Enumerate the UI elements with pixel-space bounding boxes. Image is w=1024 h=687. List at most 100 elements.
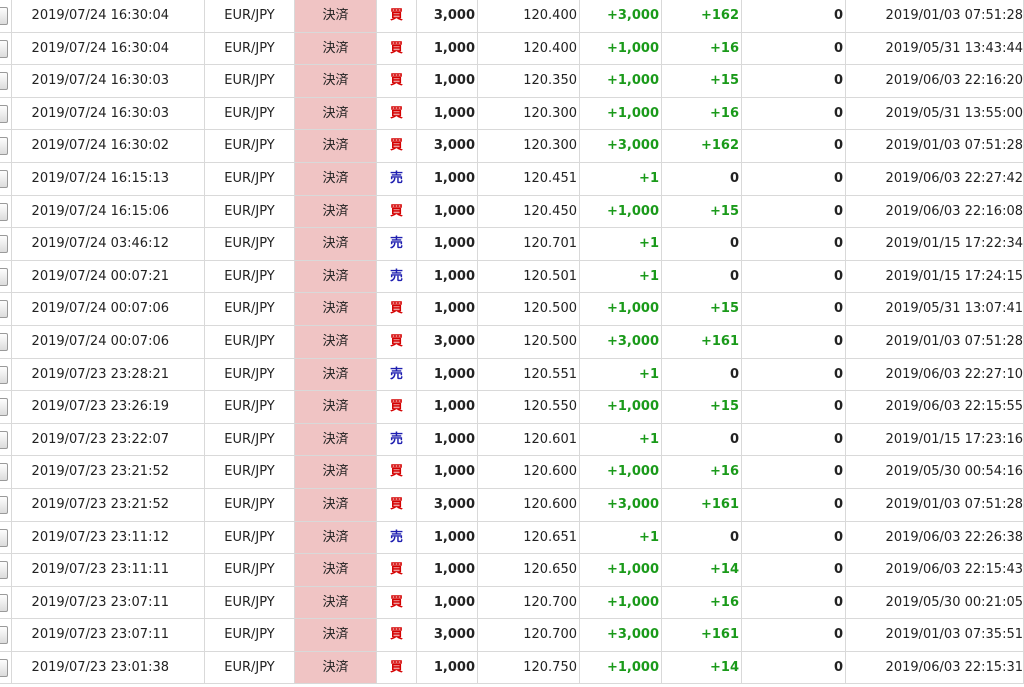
row-select-cell[interactable] [0,228,12,260]
table-row[interactable]: 2019/07/24 16:30:02 EUR/JPY 決済 買 3,000 1… [0,130,1024,163]
row-select-cell[interactable] [0,0,12,32]
execution-price: 120.600 [478,456,580,488]
row-select-checkbox[interactable] [0,365,8,384]
execution-price: 120.500 [478,325,580,358]
table-row[interactable]: 2019/07/23 23:11:11 EUR/JPY 決済 買 1,000 1… [0,554,1024,587]
quantity: 1,000 [417,195,478,228]
execution-time: 2019/07/24 16:30:03 [12,65,205,97]
trade-side: 売 [377,228,417,260]
table-row[interactable]: 2019/07/23 23:21:52 EUR/JPY 決済 買 1,000 1… [0,456,1024,489]
row-select-checkbox[interactable] [0,72,8,91]
row-select-cell[interactable] [0,391,12,423]
table-row[interactable]: 2019/07/24 00:07:06 EUR/JPY 決済 買 1,000 1… [0,293,1024,326]
table-row[interactable]: 2019/07/24 16:30:03 EUR/JPY 決済 買 1,000 1… [0,97,1024,131]
swap-points: 0 [742,260,846,293]
table-row[interactable]: 2019/07/23 23:28:21 EUR/JPY 決済 売 1,000 1… [0,358,1024,392]
table-row[interactable]: 2019/07/24 16:30:04 EUR/JPY 決済 買 3,000 1… [0,0,1024,33]
row-select-checkbox[interactable] [0,169,8,188]
currency-pair: EUR/JPY [205,260,295,293]
row-select-checkbox[interactable] [0,202,8,221]
trade-type: 決済 [295,456,377,488]
open-time: 2019/01/03 07:51:28 [846,325,1024,358]
row-select-cell[interactable] [0,488,12,521]
row-select-cell[interactable] [0,293,12,325]
table-row[interactable]: 2019/07/24 16:15:06 EUR/JPY 決済 買 1,000 1… [0,195,1024,229]
row-select-cell[interactable] [0,651,12,684]
row-select-checkbox[interactable] [0,528,8,547]
row-select-checkbox[interactable] [0,104,8,123]
execution-time: 2019/07/24 00:07:06 [12,325,205,358]
row-select-cell[interactable] [0,162,12,195]
row-select-cell[interactable] [0,521,12,554]
swap-points: 0 [742,651,846,684]
row-select-cell[interactable] [0,456,12,488]
quantity: 1,000 [417,162,478,195]
row-select-checkbox[interactable] [0,137,8,156]
row-select-cell[interactable] [0,195,12,228]
row-select-checkbox[interactable] [0,658,8,677]
execution-time: 2019/07/24 00:07:06 [12,293,205,325]
row-select-cell[interactable] [0,619,12,651]
pips-value: +1,000 [580,554,662,586]
row-select-checkbox[interactable] [0,7,8,25]
table-row[interactable]: 2019/07/24 00:07:06 EUR/JPY 決済 買 3,000 1… [0,325,1024,359]
open-time: 2019/01/15 17:22:34 [846,228,1024,260]
row-select-cell[interactable] [0,65,12,97]
table-row[interactable]: 2019/07/24 16:30:03 EUR/JPY 決済 買 1,000 1… [0,65,1024,98]
table-row[interactable]: 2019/07/23 23:07:11 EUR/JPY 決済 買 1,000 1… [0,586,1024,620]
table-row[interactable]: 2019/07/23 23:11:12 EUR/JPY 決済 売 1,000 1… [0,521,1024,555]
table-row[interactable]: 2019/07/23 23:07:11 EUR/JPY 決済 買 3,000 1… [0,619,1024,652]
trade-side: 買 [377,130,417,162]
row-select-checkbox[interactable] [0,39,8,58]
row-select-checkbox[interactable] [0,593,8,612]
table-row[interactable]: 2019/07/23 23:21:52 EUR/JPY 決済 買 3,000 1… [0,488,1024,522]
row-select-cell[interactable] [0,586,12,619]
table-row[interactable]: 2019/07/24 16:15:13 EUR/JPY 決済 売 1,000 1… [0,162,1024,196]
row-select-checkbox[interactable] [0,495,8,514]
row-select-checkbox[interactable] [0,398,8,417]
trade-type: 決済 [295,521,377,554]
table-row[interactable]: 2019/07/24 03:46:12 EUR/JPY 決済 売 1,000 1… [0,228,1024,261]
trade-side: 売 [377,358,417,391]
row-select-checkbox[interactable] [0,235,8,254]
trade-type: 決済 [295,586,377,619]
execution-time: 2019/07/23 23:11:12 [12,521,205,554]
row-select-checkbox[interactable] [0,626,8,645]
row-select-cell[interactable] [0,130,12,162]
row-select-checkbox[interactable] [0,561,8,580]
row-select-checkbox[interactable] [0,332,8,351]
row-select-checkbox[interactable] [0,300,8,319]
row-select-cell[interactable] [0,325,12,358]
table-row[interactable]: 2019/07/23 23:22:07 EUR/JPY 決済 売 1,000 1… [0,423,1024,457]
table-row[interactable]: 2019/07/24 00:07:21 EUR/JPY 決済 売 1,000 1… [0,260,1024,294]
pips-value: +1,000 [580,586,662,619]
table-row[interactable]: 2019/07/23 23:26:19 EUR/JPY 決済 買 1,000 1… [0,391,1024,424]
trade-type: 決済 [295,162,377,195]
profit-loss: +162 [662,130,742,162]
profit-loss: +16 [662,32,742,65]
row-select-cell[interactable] [0,423,12,456]
row-select-cell[interactable] [0,358,12,391]
profit-loss: +161 [662,325,742,358]
execution-time: 2019/07/24 16:15:06 [12,195,205,228]
quantity: 1,000 [417,651,478,684]
swap-points: 0 [742,554,846,586]
row-select-checkbox[interactable] [0,463,8,482]
profit-loss: +162 [662,0,742,32]
row-select-cell[interactable] [0,260,12,293]
profit-loss: 0 [662,358,742,391]
execution-time: 2019/07/24 16:15:13 [12,162,205,195]
quantity: 1,000 [417,293,478,325]
row-select-cell[interactable] [0,554,12,586]
table-row[interactable]: 2019/07/24 16:30:04 EUR/JPY 決済 買 1,000 1… [0,32,1024,66]
execution-time: 2019/07/23 23:07:11 [12,586,205,619]
profit-loss: 0 [662,228,742,260]
row-select-cell[interactable] [0,32,12,65]
table-row[interactable]: 2019/07/23 23:01:38 EUR/JPY 決済 買 1,000 1… [0,651,1024,685]
row-select-checkbox[interactable] [0,267,8,286]
currency-pair: EUR/JPY [205,391,295,423]
swap-points: 0 [742,325,846,358]
swap-points: 0 [742,228,846,260]
row-select-checkbox[interactable] [0,430,8,449]
row-select-cell[interactable] [0,97,12,130]
